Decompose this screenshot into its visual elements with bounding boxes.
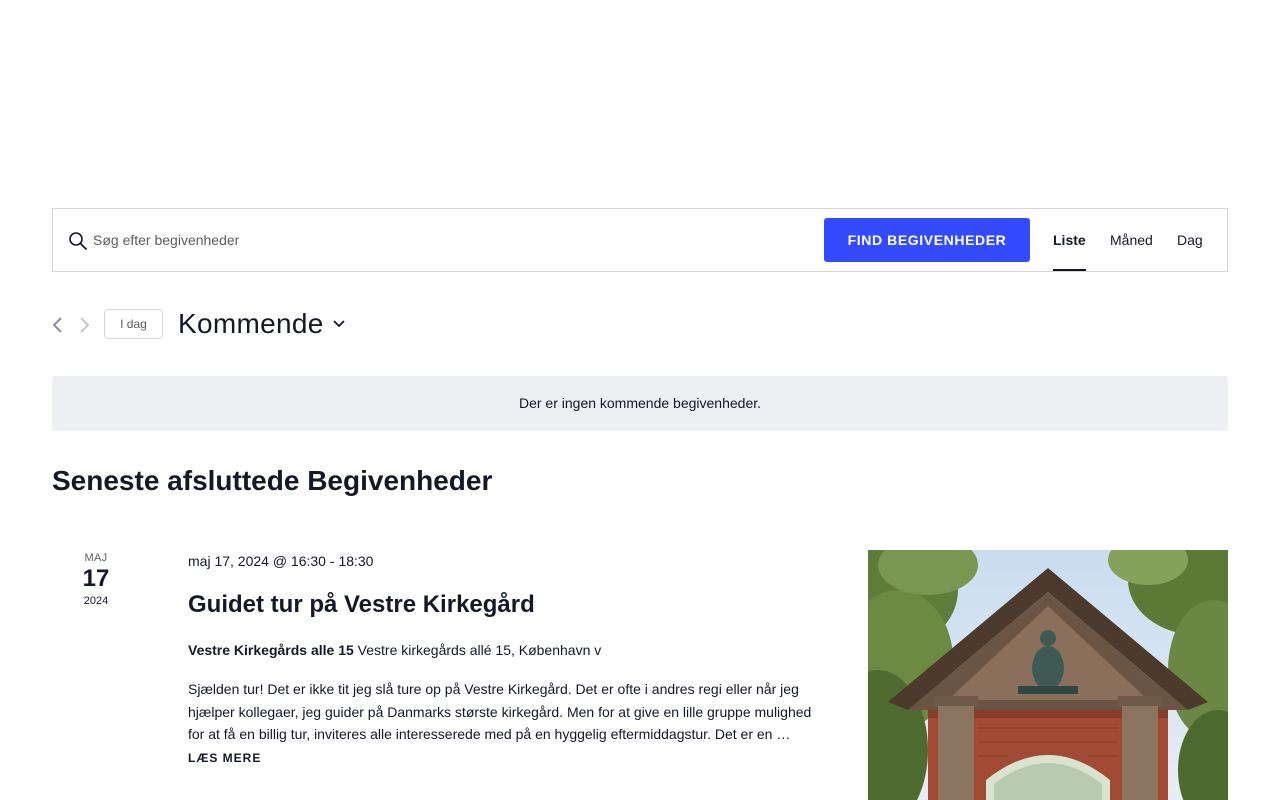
chevron-right-icon[interactable] (76, 315, 92, 335)
tab-month-view[interactable]: Måned (1110, 209, 1153, 271)
period-label: Kommende (178, 308, 324, 339)
event-datetime-separator: - (329, 553, 335, 569)
chevron-down-icon (332, 320, 345, 328)
event-datetime: maj 17, 2024 @ 16:30 - 18:30 (188, 553, 373, 569)
search-icon (68, 231, 88, 251)
tab-list-view[interactable]: Liste (1053, 209, 1086, 271)
date-month: MAJ (84, 552, 108, 564)
tab-day-view[interactable]: Dag (1177, 209, 1203, 271)
events-page: Find begivenheder Liste Måned Dag I dag … (0, 0, 1280, 800)
date-day: 17 (82, 565, 110, 592)
chevron-left-icon[interactable] (50, 315, 66, 335)
event-title-link[interactable]: Guidet tur på Vestre Kirkegård (188, 591, 535, 619)
event-date-tag: MAJ 17 2024 (72, 552, 120, 607)
event-description: Sjælden tur! Det er ikke tit jeg slå tur… (188, 681, 812, 742)
read-more-link[interactable]: Læs mere (188, 751, 261, 765)
search-input[interactable] (93, 209, 813, 271)
venue-name: Vestre Kirkegårds alle 15 (188, 642, 354, 658)
event-end: 18:30 (338, 553, 374, 569)
event-featured-image[interactable] (868, 550, 1228, 800)
venue-address: Vestre kirkegårds allé 15, København v (357, 642, 602, 658)
past-events-heading: Seneste afsluttede Begivenheder (52, 465, 493, 496)
find-events-button[interactable]: Find begivenheder (824, 218, 1030, 262)
period-dropdown[interactable]: Kommende (178, 304, 345, 344)
events-search-bar: Find begivenheder Liste Måned Dag (52, 208, 1228, 272)
date-year: 2024 (83, 595, 109, 607)
today-button[interactable]: I dag (104, 309, 163, 339)
no-upcoming-events-notice: Der er ingen kommende begivenheder. (52, 376, 1228, 431)
event-start: maj 17, 2024 @ 16:30 (188, 553, 326, 569)
event-venue: Vestre Kirkegårds alle 15 Vestre kirkegå… (188, 642, 601, 658)
